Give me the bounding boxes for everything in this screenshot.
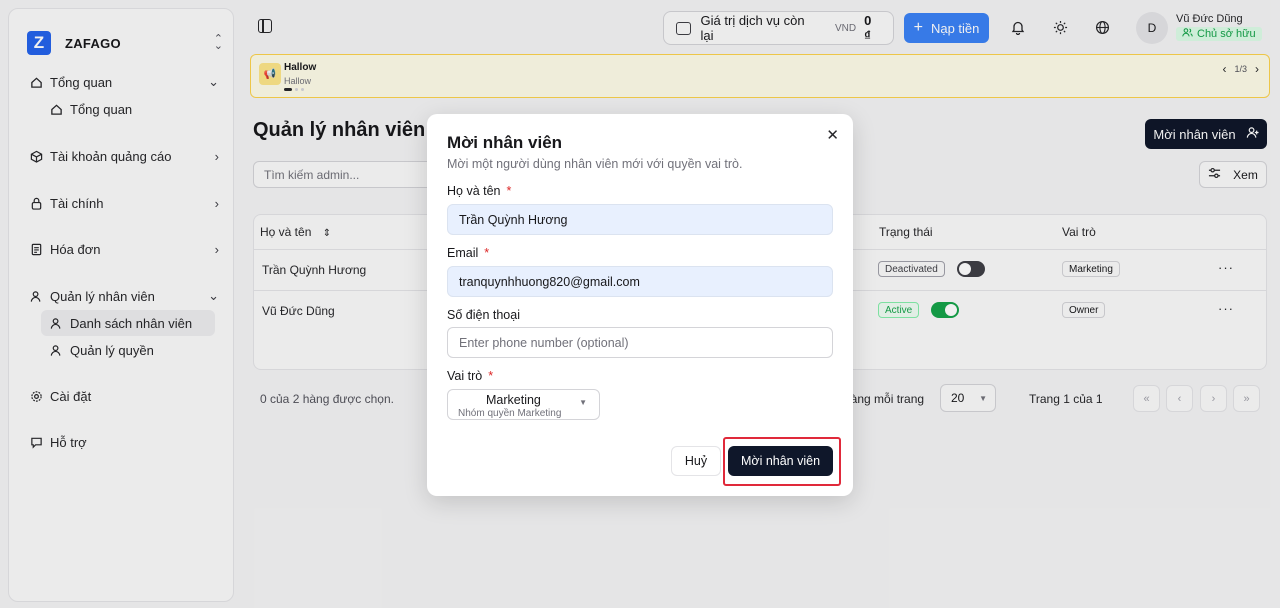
role-label: Vai trò * [447,369,493,383]
role-select[interactable]: Marketing Nhóm quyền Marketing ▼ [447,389,600,420]
dialog-description: Mời một người dùng nhân viên mới với quy… [447,157,743,171]
phone-label: Số điện thoại [447,308,520,322]
invite-submit-button[interactable]: Mời nhân viên [728,446,833,476]
cancel-button[interactable]: Huỷ [671,446,721,476]
required-mark: * [484,246,490,260]
name-label: Họ và tên * [447,184,511,198]
name-label-text: Họ và tên [447,184,501,198]
required-mark: * [506,184,512,198]
role-select-value: Marketing [486,393,541,407]
email-label: Email * [447,246,489,260]
full-name-field[interactable]: Trần Quỳnh Hương [447,204,833,235]
dialog-title: Mời nhân viên [447,133,563,152]
close-icon[interactable]: ✕ [826,126,839,144]
role-select-subtitle: Nhóm quyền Marketing [458,408,562,419]
chevron-down-icon: ▼ [579,398,587,407]
email-label-text: Email [447,246,479,260]
role-label-text: Vai trò [447,369,483,383]
invite-staff-dialog: ✕ Mời nhân viên Mời một người dùng nhân … [427,114,853,496]
required-mark: * [488,369,494,383]
phone-field[interactable]: Enter phone number (optional) [447,327,833,358]
email-field[interactable]: tranquynhhuong820@gmail.com [447,266,833,297]
